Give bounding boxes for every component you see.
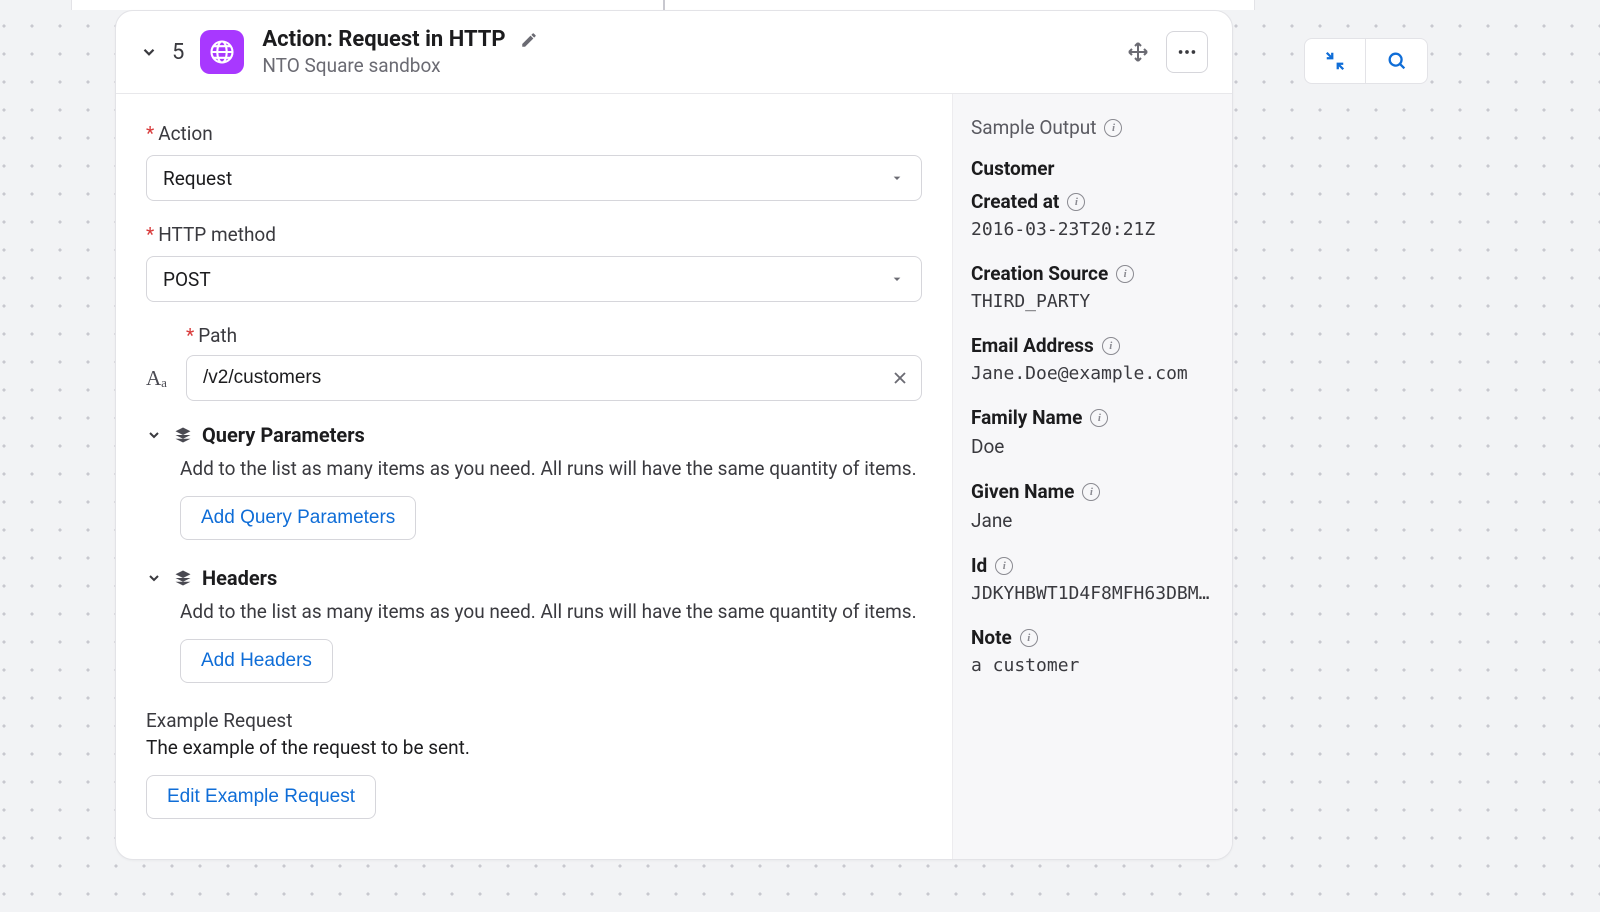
search-button[interactable] [1366, 38, 1428, 84]
given-name-label: Given Name [971, 480, 1074, 503]
headers-desc: Add to the list as many items as you nee… [180, 600, 922, 623]
step-number: 5 [172, 40, 184, 65]
stack-icon [174, 426, 192, 444]
caret-down-icon [889, 271, 905, 287]
canvas-controls [1304, 38, 1428, 84]
connector-line [663, 0, 665, 10]
form-panel: *Action Request *HTTP method POST *Path … [116, 94, 952, 859]
customer-label: Customer [971, 157, 1054, 180]
info-icon[interactable]: i [1082, 483, 1100, 501]
chevron-down-icon[interactable] [146, 570, 162, 586]
query-params-desc: Add to the list as many items as you nee… [180, 457, 922, 480]
method-select[interactable]: POST [146, 256, 922, 302]
add-query-params-button[interactable]: Add Query Parameters [180, 496, 416, 540]
method-label: HTTP method [158, 223, 276, 246]
action-label: Action [158, 122, 213, 145]
more-icon [1176, 41, 1198, 63]
example-request-desc: The example of the request to be sent. [146, 736, 922, 759]
id-label: Id [971, 554, 987, 577]
query-params-title: Query Parameters [202, 423, 365, 447]
info-icon[interactable]: i [1102, 337, 1120, 355]
method-select-value: POST [163, 268, 211, 291]
path-input[interactable] [186, 355, 922, 401]
stack-icon [174, 569, 192, 587]
creation-source-value: THIRD_PARTY [971, 291, 1214, 312]
drag-handle-icon[interactable] [1126, 40, 1150, 64]
note-label: Note [971, 626, 1012, 649]
caret-down-icon [889, 170, 905, 186]
created-at-label: Created at [971, 190, 1059, 213]
http-app-icon [200, 30, 244, 74]
more-actions-button[interactable] [1166, 31, 1208, 73]
minimize-button[interactable] [1304, 38, 1366, 84]
email-label: Email Address [971, 334, 1094, 357]
step-title: Action: Request in HTTP [262, 27, 505, 52]
path-label: Path [198, 324, 237, 347]
family-name-label: Family Name [971, 406, 1082, 429]
example-request-label: Example Request [146, 709, 922, 732]
add-headers-button[interactable]: Add Headers [180, 639, 333, 683]
sample-output-panel: Sample Output i Customer Created at i 201… [952, 94, 1232, 859]
info-icon[interactable]: i [1104, 119, 1122, 137]
email-value: Jane.Doe@example.com [971, 363, 1214, 384]
search-icon [1386, 50, 1408, 72]
text-mode-icon[interactable]: Aa [146, 368, 176, 389]
card-header: 5 Action: Request in HTTP NTO Square san… [116, 11, 1232, 94]
edit-example-request-button[interactable]: Edit Example Request [146, 775, 376, 819]
sample-output-title: Sample Output [971, 116, 1096, 139]
info-icon[interactable]: i [1090, 409, 1108, 427]
action-select[interactable]: Request [146, 155, 922, 201]
chevron-down-icon[interactable] [146, 427, 162, 443]
info-icon[interactable]: i [995, 557, 1013, 575]
note-value: a customer [971, 655, 1214, 676]
id-value: JDKYHBWT1D4F8MFH63DBME… [971, 583, 1214, 604]
given-name-value: Jane [971, 509, 1214, 532]
creation-source-label: Creation Source [971, 262, 1108, 285]
step-card: 5 Action: Request in HTTP NTO Square san… [115, 10, 1233, 860]
info-icon[interactable]: i [1067, 193, 1085, 211]
family-name-value: Doe [971, 435, 1214, 458]
action-select-value: Request [163, 167, 232, 190]
clear-input-icon[interactable] [890, 368, 910, 388]
collapse-toggle-icon[interactable] [140, 43, 158, 61]
step-subtitle: NTO Square sandbox [262, 54, 537, 77]
info-icon[interactable]: i [1116, 265, 1134, 283]
rename-icon[interactable] [520, 31, 538, 49]
created-at-value: 2016-03-23T20:21Z [971, 219, 1214, 240]
minimize-icon [1324, 50, 1346, 72]
headers-title: Headers [202, 566, 277, 590]
info-icon[interactable]: i [1020, 629, 1038, 647]
